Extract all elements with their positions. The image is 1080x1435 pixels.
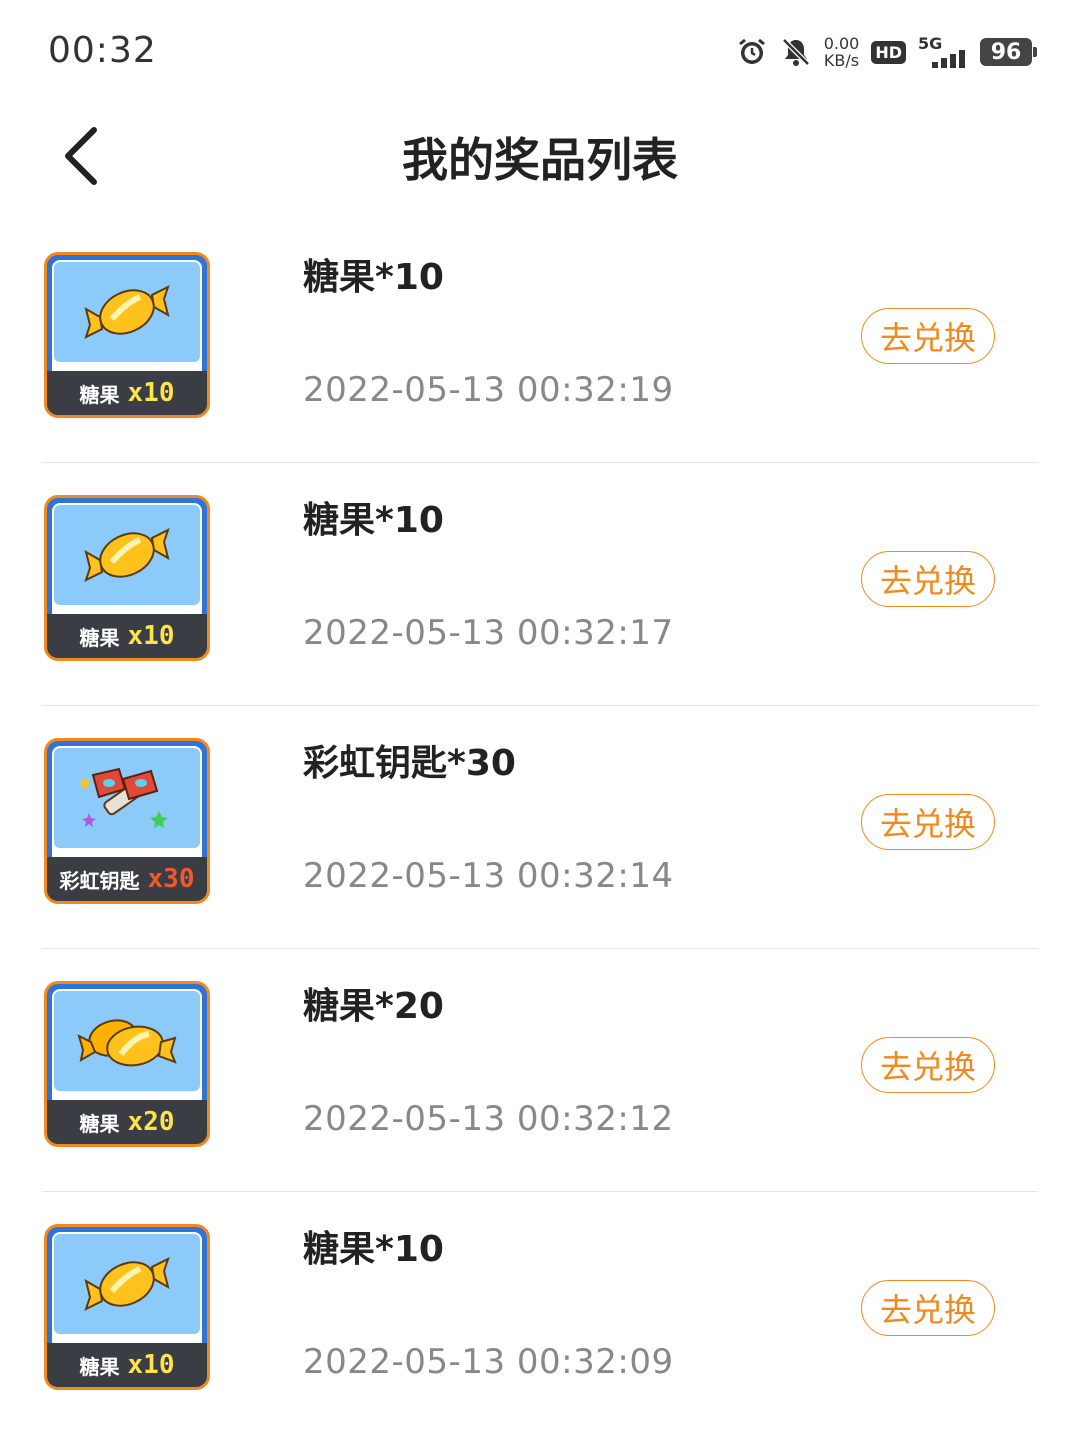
prize-thumbnail: 糖果 x20 <box>44 981 210 1147</box>
thumb-qty: x10 <box>127 1350 175 1380</box>
thumb-qty: x20 <box>127 1107 175 1137</box>
prize-time: 2022-05-13 00:32:19 <box>303 370 674 410</box>
redeem-button[interactable]: 去兑换 <box>861 794 995 850</box>
mute-bell-icon <box>780 36 812 68</box>
prize-list: 糖果 x10 糖果*10 2022-05-13 00:32:19 去兑换 糖果 … <box>0 220 1080 1435</box>
redeem-button[interactable]: 去兑换 <box>861 308 995 364</box>
page-title: 我的奖品列表 <box>402 133 678 187</box>
net-speed-value: 0.00 <box>823 34 860 53</box>
prize-title: 糖果*10 <box>303 500 444 541</box>
prize-title: 糖果*20 <box>303 986 444 1027</box>
prize-title: 彩虹钥匙*30 <box>303 743 516 784</box>
prize-item: 糖果 x20 糖果*20 2022-05-13 00:32:12 去兑换 <box>0 949 1080 1192</box>
alarm-clock-icon <box>736 36 768 68</box>
candy-icon <box>84 1257 170 1311</box>
prize-title: 糖果*10 <box>303 257 444 298</box>
thumb-name: 糖果 <box>79 625 120 650</box>
signal-icon: 5G <box>918 34 968 70</box>
net-speed-unit: KB/s <box>823 51 860 70</box>
thumb-qty: x10 <box>127 621 175 651</box>
status-time: 00:32 <box>48 30 157 71</box>
prize-thumbnail: 糖果 x10 <box>44 495 210 661</box>
prize-thumbnail: 糖果 x10 <box>44 252 210 418</box>
candy-icon <box>84 285 170 339</box>
header: 我的奖品列表 <box>0 100 1080 210</box>
thumb-name: 糖果 <box>79 382 120 407</box>
net-speed: 0.00 KB/s <box>824 35 860 69</box>
redeem-button[interactable]: 去兑换 <box>861 1280 995 1336</box>
prize-item: 彩虹钥匙 x30 彩虹钥匙*30 2022-05-13 00:32:14 去兑换 <box>0 706 1080 949</box>
battery-icon: 96 <box>980 38 1037 66</box>
redeem-button[interactable]: 去兑换 <box>861 551 995 607</box>
status-icons: 0.00 KB/s HD 5G 96 <box>736 30 1037 74</box>
rainbow-key-icon <box>79 767 168 828</box>
prize-time: 2022-05-13 00:32:09 <box>303 1342 674 1382</box>
prize-time: 2022-05-13 00:32:14 <box>303 856 674 896</box>
thumb-name: 糖果 <box>79 1111 120 1136</box>
prize-time: 2022-05-13 00:32:17 <box>303 613 674 653</box>
battery-level: 96 <box>990 39 1022 65</box>
prize-item: 糖果 x10 糖果*10 2022-05-13 00:32:19 去兑换 <box>0 220 1080 463</box>
candy-icon <box>84 528 170 582</box>
hd-badge: HD <box>871 40 906 64</box>
prize-time: 2022-05-13 00:32:12 <box>303 1099 674 1139</box>
prize-thumbnail: 糖果 x10 <box>44 1224 210 1390</box>
thumb-name: 糖果 <box>79 1354 120 1379</box>
prize-thumbnail: 彩虹钥匙 x30 <box>44 738 210 904</box>
prize-item: 糖果 x10 糖果*10 2022-05-13 00:32:17 去兑换 <box>0 463 1080 706</box>
redeem-button[interactable]: 去兑换 <box>861 1037 995 1093</box>
thumb-name: 彩虹钥匙 <box>59 868 140 893</box>
status-bar: 00:32 0.00 KB/s HD 5G 96 <box>0 0 1080 100</box>
prize-title: 糖果*10 <box>303 1229 444 1270</box>
double-candy-icon <box>77 1019 177 1067</box>
thumb-qty: x30 <box>147 864 195 894</box>
prize-item: 糖果 x10 糖果*10 2022-05-13 00:32:09 去兑换 <box>0 1192 1080 1435</box>
thumb-qty: x10 <box>127 378 175 408</box>
